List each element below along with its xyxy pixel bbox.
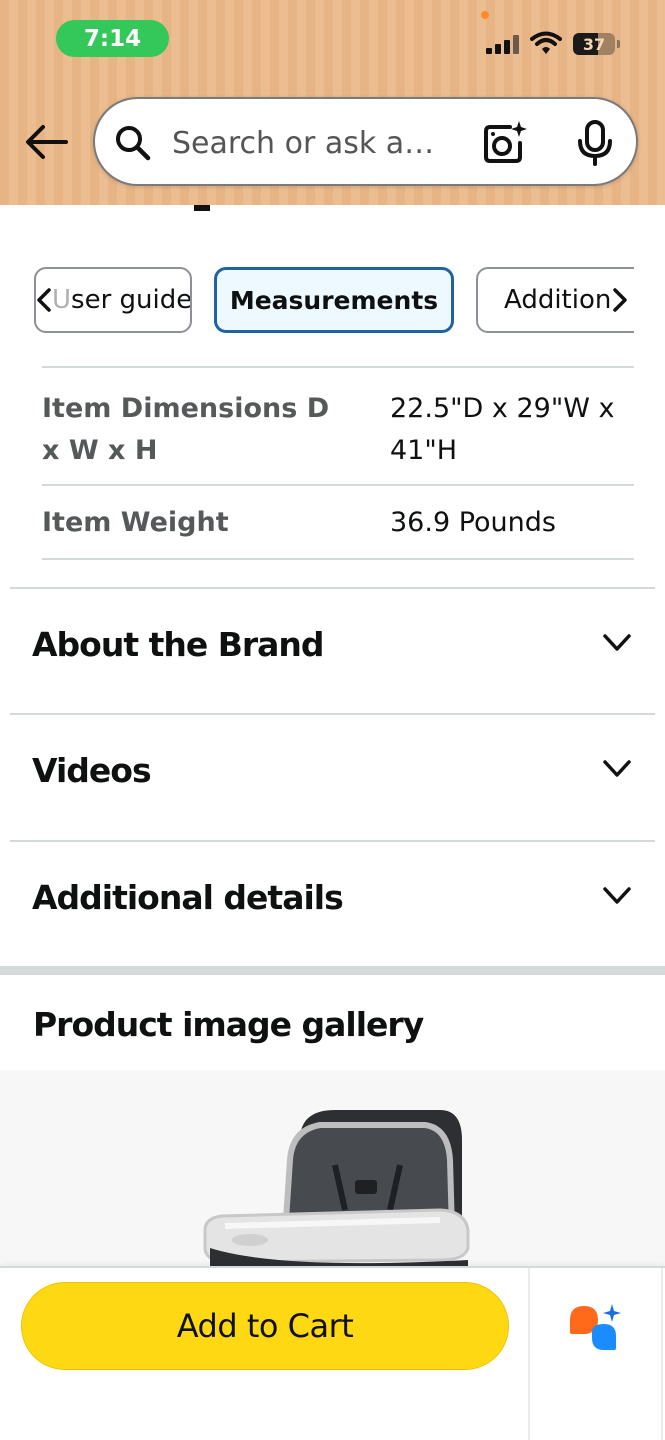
table-row: Item Weight 36.9 Pounds — [42, 484, 634, 560]
battery-icon: 37 — [573, 33, 615, 55]
accordion-title: Additional details — [32, 878, 344, 917]
accordion-about-brand[interactable]: About the Brand — [10, 587, 655, 713]
accordion-additional-details[interactable]: Additional details — [10, 840, 655, 966]
battery-tip — [617, 40, 620, 48]
tab-measurements-label: Measurements — [229, 285, 439, 315]
chevron-down-icon — [603, 634, 631, 651]
chevron-down-icon — [603, 760, 631, 777]
high-chair-image — [203, 1110, 470, 1270]
privacy-indicator — [481, 11, 489, 19]
tab-additional-label: Addition — [504, 285, 612, 315]
search-icon — [116, 126, 151, 161]
tab-additional[interactable]: Addition — [476, 267, 634, 333]
rufus-assistant-icon[interactable] — [566, 1302, 624, 1352]
chevron-left-icon[interactable] — [36, 287, 52, 313]
status-time: 7:14 — [56, 20, 169, 57]
tab-measurements[interactable]: Measurements — [214, 267, 454, 333]
accordion-videos[interactable]: Videos — [10, 713, 655, 839]
add-to-cart-button[interactable]: Add to Cart — [21, 1282, 509, 1370]
gallery-title: Product image gallery — [33, 1005, 424, 1044]
divider — [661, 1268, 663, 1440]
table-row: Item Dimensions D x W x H 22.5"D x 29"W … — [42, 366, 634, 484]
cellular-signal-icon — [486, 34, 522, 54]
microphone-icon[interactable] — [575, 119, 615, 167]
section-divider — [0, 966, 665, 975]
product-image[interactable] — [0, 1070, 665, 1270]
tab-user-guide[interactable]: User guide — [34, 267, 192, 333]
divider — [528, 1268, 530, 1440]
chevron-right-icon[interactable] — [612, 287, 628, 313]
accordion-title: About the Brand — [32, 625, 325, 664]
spec-value: 22.5"D x 29"W x 41"H — [390, 393, 615, 466]
spec-label: Item Dimensions D x W x H — [42, 393, 330, 466]
search-input[interactable]: Search or ask a… — [93, 97, 638, 186]
camera-lens-icon[interactable] — [480, 119, 528, 167]
chevron-down-icon — [603, 887, 631, 904]
accordion-title: Videos — [32, 751, 152, 790]
wifi-icon — [530, 31, 562, 54]
tab-user-guide-prefix: U — [52, 285, 72, 315]
status-bar: 7:14 37 — [0, 0, 665, 80]
app-header: 7:14 37 Search or ask a… — [0, 0, 665, 205]
product-info-tabs: User guide Measurements Addition — [34, 267, 634, 333]
spec-label: Item Weight — [42, 507, 229, 538]
tab-user-guide-label: ser guide — [71, 285, 192, 315]
search-placeholder: Search or ask a… — [172, 126, 435, 161]
bottom-action-bar: Add to Cart — [0, 1266, 665, 1440]
scrolled-heading-fragment — [180, 205, 220, 213]
measurements-table: Item Dimensions D x W x H 22.5"D x 29"W … — [42, 366, 634, 560]
back-arrow-icon[interactable] — [24, 122, 68, 162]
spec-value: 36.9 Pounds — [390, 507, 556, 538]
